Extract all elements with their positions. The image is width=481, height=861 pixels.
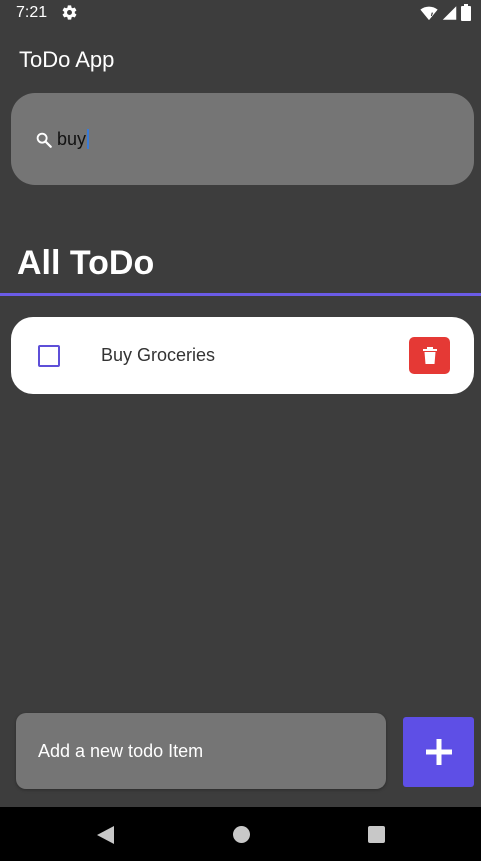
trash-icon (422, 347, 437, 364)
status-icons (420, 4, 471, 21)
wifi-icon (420, 6, 438, 20)
signal-icon (442, 5, 457, 20)
todo-checkbox[interactable] (38, 345, 60, 367)
search-input-value: buy (57, 128, 87, 149)
todo-label: Buy Groceries (101, 345, 216, 365)
todo-item[interactable]: Buy Groceries (11, 317, 474, 394)
search-box[interactable]: buy (11, 93, 474, 185)
new-todo-placeholder: Add a new todo Item (38, 741, 204, 761)
text-caret (87, 129, 90, 149)
status-time: 7:21 (16, 4, 48, 21)
delete-todo-button[interactable] (409, 337, 450, 374)
search-input[interactable]: buy (57, 126, 437, 152)
back-icon[interactable] (97, 826, 115, 844)
plus-icon (425, 739, 452, 765)
status-bar: 7:21 (0, 0, 481, 26)
battery-icon (461, 4, 471, 21)
search-icon (36, 132, 52, 148)
add-todo-button[interactable] (403, 717, 474, 787)
settings-icon (62, 5, 77, 20)
recents-icon[interactable] (368, 826, 385, 843)
navigation-bar (0, 807, 481, 861)
section-divider (0, 293, 481, 296)
home-icon[interactable] (233, 826, 250, 843)
new-todo-input[interactable]: Add a new todo Item (16, 713, 386, 789)
section-title: All ToDo (17, 244, 155, 282)
app-title: ToDo App (19, 47, 115, 72)
